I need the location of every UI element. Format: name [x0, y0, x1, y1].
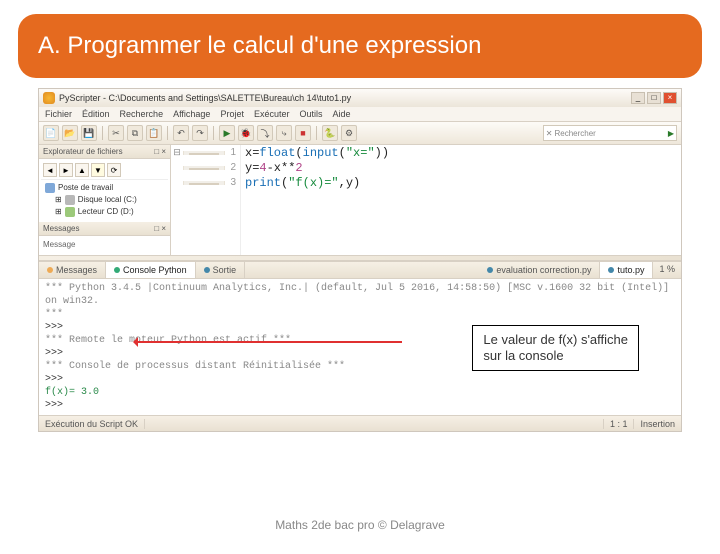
code-editor[interactable]: ⊟1 2 3 x=float(input("x=")) y=4-x**2 pri…	[171, 145, 681, 255]
python-icon[interactable]: 🐍	[322, 125, 338, 141]
panel-close-icon[interactable]: □ ×	[154, 224, 166, 233]
redo-icon[interactable]: ↷	[192, 125, 208, 141]
sidebar: Explorateur de fichiers□ × ◄ ► ▲ ▼ ⟳ Pos…	[39, 145, 171, 255]
titlebar: PyScripter - C:\Documents and Settings\S…	[39, 89, 681, 107]
stop-icon[interactable]: ■	[295, 125, 311, 141]
tab-output[interactable]: Sortie	[196, 262, 246, 278]
panel-close-icon[interactable]: □ ×	[154, 147, 166, 156]
console-line: *** Python 3.4.5 |Continuum Analytics, I…	[45, 282, 675, 308]
progress-label: 1 %	[653, 262, 681, 278]
ide-window: PyScripter - C:\Documents and Settings\S…	[38, 88, 682, 432]
status-cursor-pos: 1 : 1	[603, 419, 634, 429]
code-line[interactable]: print("f(x)=",y)	[245, 176, 677, 191]
search-label: Rechercher	[552, 129, 597, 138]
menu-file[interactable]: Fichier	[45, 109, 72, 119]
cut-icon[interactable]: ✂	[108, 125, 124, 141]
console-prompt: >>>	[45, 373, 675, 386]
explorer-panel-title: Explorateur de fichiers□ ×	[39, 145, 170, 159]
messages-panel-title: Messages□ ×	[39, 222, 170, 236]
menu-view[interactable]: Affichage	[173, 109, 210, 119]
tree-item-cd-d[interactable]: ⊞Lecteur CD (D:)	[45, 206, 164, 218]
menu-edit[interactable]: Édition	[82, 109, 110, 119]
annotation-arrow	[134, 341, 402, 343]
menu-search[interactable]: Recherche	[120, 109, 164, 119]
window-title: PyScripter - C:\Documents and Settings\S…	[59, 93, 631, 103]
statusbar: Exécution du Script OK 1 : 1 Insertion	[39, 415, 681, 431]
close-button[interactable]: ×	[663, 92, 677, 104]
minimize-button[interactable]: _	[631, 92, 645, 104]
tree-item-disk-c[interactable]: ⊞Disque local (C:)	[45, 194, 164, 206]
undo-icon[interactable]: ↶	[173, 125, 189, 141]
refresh-icon[interactable]: ⟳	[107, 163, 121, 177]
menu-help[interactable]: Aide	[333, 109, 351, 119]
slide-title: A. Programmer le calcul d'une expression	[18, 14, 702, 78]
console-output: f(x)= 3.0	[45, 386, 675, 399]
search-input[interactable]	[598, 128, 668, 138]
status-message: Exécution du Script OK	[39, 419, 145, 429]
open-file-icon[interactable]: 📂	[62, 125, 78, 141]
menu-tools[interactable]: Outils	[300, 109, 323, 119]
menu-run[interactable]: Exécuter	[254, 109, 290, 119]
filter-icon[interactable]: ▼	[91, 163, 105, 177]
code-line[interactable]: x=float(input("x="))	[245, 146, 677, 161]
tab-messages[interactable]: Messages	[39, 262, 106, 278]
menubar: Fichier Édition Recherche Affichage Proj…	[39, 107, 681, 122]
search-box[interactable]: ✕ Rechercher ▶	[543, 125, 677, 141]
run-icon[interactable]: ▶	[219, 125, 235, 141]
slide-footer: Maths 2de bac pro © Delagrave	[0, 518, 720, 532]
nav-back-icon[interactable]: ◄	[43, 163, 57, 177]
debug-icon[interactable]: 🐞	[238, 125, 254, 141]
new-file-icon[interactable]: 📄	[43, 125, 59, 141]
console-prompt: >>>	[45, 399, 675, 412]
save-icon[interactable]: 💾	[81, 125, 97, 141]
annotation-callout: Le valeur de f(x) s'affiche sur la conso…	[472, 325, 639, 371]
app-icon	[43, 92, 55, 104]
console-line: ***	[45, 308, 675, 321]
copy-icon[interactable]: ⧉	[127, 125, 143, 141]
tab-file-1[interactable]: evaluation correction.py	[479, 262, 600, 278]
python-console[interactable]: *** Python 3.4.5 |Continuum Analytics, I…	[39, 279, 681, 415]
maximize-button[interactable]: □	[647, 92, 661, 104]
step-over-icon[interactable]: ⤵	[257, 125, 273, 141]
toolbar: 📄 📂 💾 ✂ ⧉ 📋 ↶ ↷ ▶ 🐞 ⤵ ⤷ ■ 🐍 ⚙ ✕ Recherch…	[39, 122, 681, 145]
search-go-icon[interactable]: ▶	[668, 129, 674, 138]
tab-file-2[interactable]: tuto.py	[600, 262, 653, 278]
paste-icon[interactable]: 📋	[146, 125, 162, 141]
code-line[interactable]: y=4-x**2	[245, 161, 677, 176]
bottom-tabs: Messages Console Python Sortie evaluatio…	[39, 261, 681, 279]
settings-icon[interactable]: ⚙	[341, 125, 357, 141]
step-in-icon[interactable]: ⤷	[276, 125, 292, 141]
tab-python-console[interactable]: Console Python	[106, 262, 196, 278]
menu-project[interactable]: Projet	[220, 109, 244, 119]
nav-fwd-icon[interactable]: ►	[59, 163, 73, 177]
status-mode: Insertion	[633, 419, 681, 429]
messages-panel: Message	[39, 236, 170, 255]
nav-up-icon[interactable]: ▲	[75, 163, 89, 177]
tree-item-computer[interactable]: Poste de travail	[45, 182, 164, 194]
